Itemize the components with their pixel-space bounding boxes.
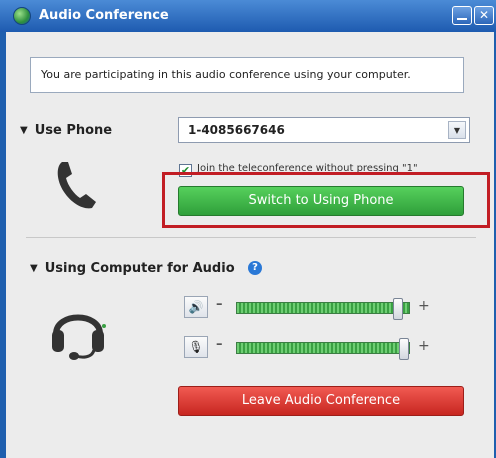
headset-icon	[52, 314, 106, 360]
collapse-triangle-icon: ▼	[20, 125, 28, 136]
use-phone-toggle[interactable]: ▼ Use Phone	[20, 123, 112, 138]
status-message-box: You are participating in this audio conf…	[30, 57, 464, 93]
speaker-icon[interactable]: 🔊	[184, 296, 208, 318]
close-button[interactable]: ✕	[474, 6, 494, 25]
phone-number-select[interactable]: 1-4085667646 ▼	[178, 117, 470, 143]
minimize-button[interactable]	[452, 6, 472, 25]
microphone-volume-up[interactable]: +	[418, 338, 430, 354]
help-icon[interactable]: ?	[248, 261, 262, 275]
speaker-volume-down[interactable]: –	[216, 297, 223, 312]
globe-icon	[13, 7, 31, 25]
title-bar: Audio Conference ✕	[0, 0, 496, 32]
section-divider	[26, 237, 476, 238]
status-message: You are participating in this audio conf…	[41, 68, 411, 81]
collapse-triangle-icon: ▼	[30, 263, 38, 274]
microphone-slider-thumb[interactable]	[399, 338, 409, 360]
dropdown-arrow-icon[interactable]: ▼	[448, 121, 466, 139]
leave-audio-conference-button[interactable]: Leave Audio Conference	[178, 386, 464, 416]
microphone-volume-down[interactable]: –	[216, 337, 223, 352]
speaker-slider-thumb[interactable]	[393, 298, 403, 320]
microphone-icon[interactable]: 🎙	[184, 336, 208, 358]
use-phone-label: Use Phone	[34, 123, 113, 138]
speaker-volume-slider[interactable]	[236, 298, 410, 320]
window-title: Audio Conference	[39, 8, 169, 23]
switch-to-phone-button[interactable]: Switch to Using Phone	[178, 186, 464, 216]
speaker-volume-up[interactable]: +	[418, 298, 430, 314]
microphone-volume-slider[interactable]	[236, 338, 410, 360]
phone-number-value: 1-4085667646	[188, 123, 285, 137]
phone-handset-icon	[57, 162, 96, 209]
computer-audio-label: Using Computer for Audio	[44, 261, 235, 276]
computer-audio-toggle[interactable]: ▼ Using Computer for Audio	[30, 261, 235, 276]
